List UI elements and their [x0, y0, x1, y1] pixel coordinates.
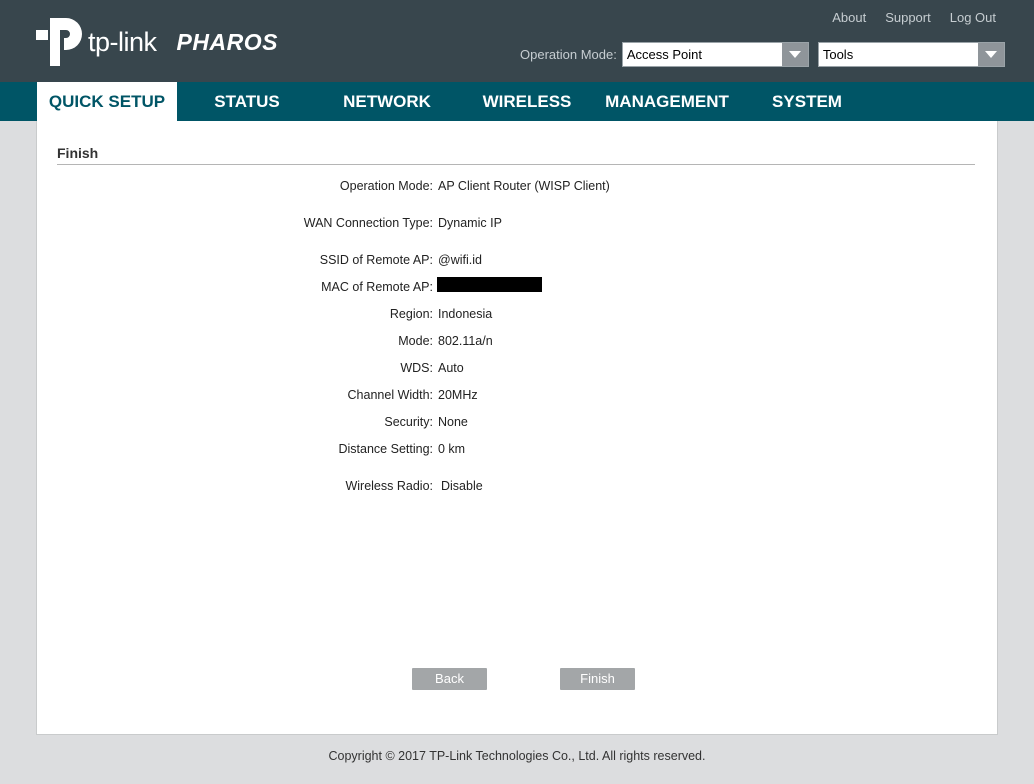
summary-label: Distance Setting:: [338, 442, 434, 456]
product-name: PHAROS: [176, 28, 278, 55]
summary-row-mode: Mode: 802.11a/n: [37, 334, 999, 352]
tab-quick-setup[interactable]: QUICK SETUP: [37, 82, 177, 121]
content-panel: Finish Operation Mode: AP Client Router …: [36, 121, 998, 735]
redacted-mac-block: [437, 277, 542, 292]
summary-value: @wifi.id: [438, 253, 482, 267]
tab-management[interactable]: MANAGEMENT: [597, 82, 737, 121]
summary-value: 0 km: [438, 442, 466, 456]
summary-value: Dynamic IP: [438, 216, 502, 230]
summary-row-ssid: SSID of Remote AP: @wifi.id: [37, 253, 999, 271]
summary-label: Wireless Radio:: [345, 479, 433, 493]
summary-row-distance: Distance Setting: 0 km: [37, 442, 999, 460]
summary-row-wireless-radio: Wireless Radio: Disable: [37, 479, 999, 497]
tp-link-logo: tp-link PHAROS: [36, 16, 278, 68]
tab-system[interactable]: SYSTEM: [737, 82, 877, 121]
summary-value: 802.11a/n: [438, 334, 493, 348]
summary-row-mac: MAC of Remote AP:: [37, 277, 999, 298]
support-link[interactable]: Support: [885, 10, 931, 25]
section-title: Finish: [57, 145, 975, 165]
main-nav: QUICK SETUP STATUS NETWORK WIRELESS MANA…: [0, 82, 1034, 121]
back-button[interactable]: Back: [412, 668, 487, 690]
summary-label: MAC of Remote AP:: [321, 280, 433, 294]
tab-status[interactable]: STATUS: [177, 82, 317, 121]
summary-row-wds: WDS: Auto: [37, 361, 999, 379]
tab-wireless[interactable]: WIRELESS: [457, 82, 597, 121]
summary-row-channel-width: Channel Width: 20MHz: [37, 388, 999, 406]
summary-value: Indonesia: [438, 307, 493, 321]
operation-mode-label: Operation Mode:: [520, 47, 617, 62]
tab-network[interactable]: NETWORK: [317, 82, 457, 121]
summary-label: Operation Mode:: [339, 179, 433, 193]
operation-mode-group: Operation Mode: Access Point Tools: [520, 42, 1005, 67]
summary-row-wan-type: WAN Connection Type: Dynamic IP: [37, 216, 999, 234]
chevron-down-icon[interactable]: [781, 43, 808, 66]
summary-row-region: Region: Indonesia: [37, 307, 999, 325]
summary-label: WAN Connection Type:: [303, 216, 433, 230]
header-bar: tp-link PHAROS About Support Log Out Ope…: [0, 0, 1034, 82]
top-links: About Support Log Out: [832, 10, 996, 25]
summary-value: 20MHz: [438, 388, 478, 402]
summary-row-security: Security: None: [37, 415, 999, 433]
summary-label: Security:: [384, 415, 433, 429]
summary-row-operation-mode: Operation Mode: AP Client Router (WISP C…: [37, 179, 999, 197]
tools-select-value: Tools: [822, 47, 854, 62]
tp-link-logo-icon: [36, 18, 82, 66]
logout-link[interactable]: Log Out: [950, 10, 996, 25]
summary-label: Region:: [389, 307, 433, 321]
summary-label: SSID of Remote AP:: [319, 253, 433, 267]
finish-button[interactable]: Finish: [560, 668, 635, 690]
chevron-down-icon[interactable]: [977, 43, 1004, 66]
summary-value: None: [438, 415, 468, 429]
summary-value: AP Client Router (WISP Client): [438, 179, 610, 193]
summary-label: Channel Width:: [347, 388, 433, 402]
summary-label: Mode:: [398, 334, 433, 348]
tools-select[interactable]: Tools: [817, 42, 1005, 67]
operation-mode-select[interactable]: Access Point: [621, 42, 809, 67]
operation-mode-value: Access Point: [626, 47, 702, 62]
summary-value: Auto: [438, 361, 464, 375]
footer-copyright: Copyright © 2017 TP-Link Technologies Co…: [328, 749, 706, 763]
logo-wordmark: tp-link: [88, 26, 157, 57]
summary-value: Disable: [441, 479, 483, 493]
summary-label: WDS:: [400, 361, 433, 375]
about-link[interactable]: About: [832, 10, 866, 25]
